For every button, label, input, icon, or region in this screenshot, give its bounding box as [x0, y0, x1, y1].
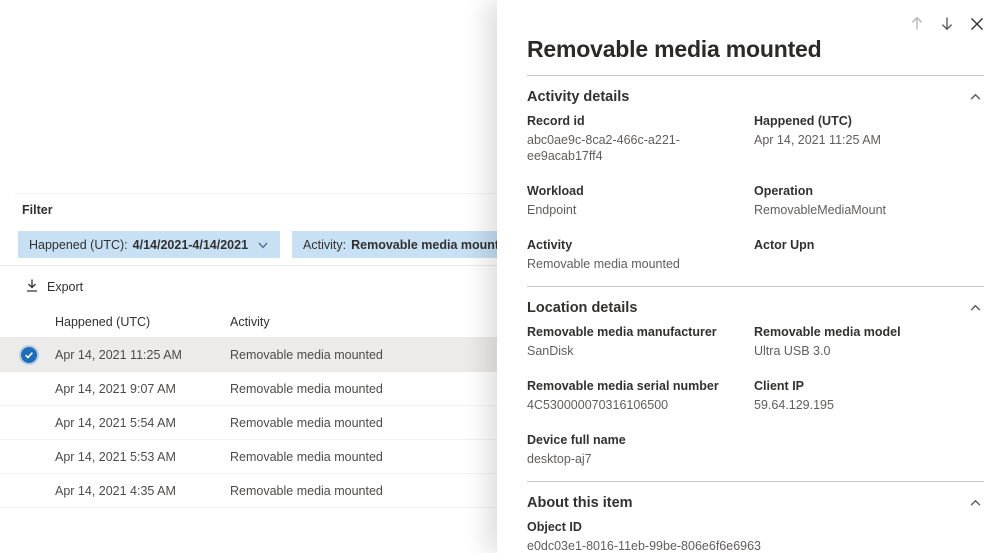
field-label: Removable media manufacturer	[527, 325, 717, 339]
field-value: Endpoint	[527, 203, 577, 217]
section-fields: Removable media manufacturer SanDisk Remo…	[527, 324, 984, 486]
chip-value: 4/14/2021-4/14/2021	[132, 237, 249, 252]
field-value: 4C530000070316106500	[527, 398, 669, 412]
field-label: Removable media model	[754, 325, 901, 339]
export-label: Export	[47, 280, 84, 294]
row-happened: Apr 14, 2021 5:53 AM	[55, 450, 176, 464]
field-value: abc0ae9c-8ca2-466c-a221-ee9acab17ff4	[527, 133, 680, 163]
close-icon[interactable]	[966, 13, 987, 34]
column-header-happened[interactable]: Happened (UTC)	[55, 315, 150, 329]
next-item-button[interactable]	[936, 13, 957, 34]
audit-activity-screen: Filter Happened (UTC): 4/14/2021-4/14/20…	[0, 0, 999, 553]
previous-item-button[interactable]	[906, 13, 927, 34]
section-heading: Location details	[527, 300, 638, 316]
field-value: desktop-aj7	[527, 452, 592, 466]
row-happened: Apr 14, 2021 11:25 AM	[55, 348, 182, 362]
column-header-activity[interactable]: Activity	[230, 315, 270, 329]
field-label: Happened (UTC)	[754, 114, 852, 128]
row-happened: Apr 14, 2021 9:07 AM	[55, 382, 176, 396]
field-value: 59.64.129.195	[754, 398, 834, 412]
row-activity: Removable media mounted	[230, 382, 383, 396]
field-label: Workload	[527, 184, 584, 198]
row-activity: Removable media mounted	[230, 416, 383, 430]
section-heading: About this item	[527, 495, 633, 511]
field-value: e0dc03e1-8016-11eb-99be-806e6f6e6963	[527, 539, 762, 553]
field-value: SanDisk	[527, 344, 574, 358]
check-circle-icon[interactable]	[21, 347, 37, 363]
chip-name: Happened (UTC):	[29, 237, 128, 252]
section-divider	[527, 481, 984, 482]
section-header-about-this-item: About this item	[527, 494, 984, 512]
field-value: Apr 14, 2021 11:25 AM	[754, 133, 881, 147]
field-label: Device full name	[527, 433, 626, 447]
field-value	[754, 256, 984, 272]
filter-label: Filter	[22, 203, 53, 217]
field-label: Record id	[527, 114, 585, 128]
chevron-up-icon[interactable]	[966, 494, 984, 512]
section-fields: Record id abc0ae9c-8ca2-466c-a221-ee9acab…	[527, 113, 984, 291]
section-divider	[527, 75, 984, 76]
section-heading: Activity details	[527, 89, 630, 105]
row-happened: Apr 14, 2021 4:35 AM	[55, 484, 176, 498]
field-value: RemovableMediaMount	[754, 203, 887, 217]
row-activity: Removable media mounted	[230, 484, 383, 498]
section-header-location-details: Location details	[527, 299, 984, 317]
panel-nav	[906, 13, 987, 34]
field-label: Client IP	[754, 379, 805, 393]
filter-chips: Happened (UTC): 4/14/2021-4/14/2021 Acti…	[18, 231, 547, 258]
chip-name: Activity:	[303, 237, 347, 252]
chevron-up-icon[interactable]	[966, 299, 984, 317]
field-value: Ultra USB 3.0	[754, 344, 831, 358]
row-happened: Apr 14, 2021 5:54 AM	[55, 416, 176, 430]
field-label: Removable media serial number	[527, 379, 719, 393]
row-activity: Removable media mounted	[230, 348, 383, 362]
section-divider	[527, 286, 984, 287]
section-fields: Object ID e0dc03e1-8016-11eb-99be-806e6f6…	[527, 519, 984, 553]
download-icon	[25, 278, 39, 296]
chevron-down-icon[interactable]	[257, 239, 269, 251]
section-header-activity-details: Activity details	[527, 88, 984, 106]
filter-chip-happened[interactable]: Happened (UTC): 4/14/2021-4/14/2021	[18, 231, 281, 258]
field-label: Actor Upn	[754, 238, 815, 252]
panel-title: Removable media mounted	[527, 36, 822, 62]
chip-value: Removable media mounted	[351, 237, 514, 252]
export-button[interactable]: Export	[25, 274, 83, 300]
field-value: Removable media mounted	[527, 257, 680, 271]
details-panel: Removable media mounted Activity details…	[497, 0, 999, 553]
chevron-up-icon[interactable]	[966, 88, 984, 106]
row-activity: Removable media mounted	[230, 450, 383, 464]
field-label: Activity	[527, 238, 573, 252]
field-label: Operation	[754, 184, 814, 198]
field-label: Object ID	[527, 520, 582, 534]
